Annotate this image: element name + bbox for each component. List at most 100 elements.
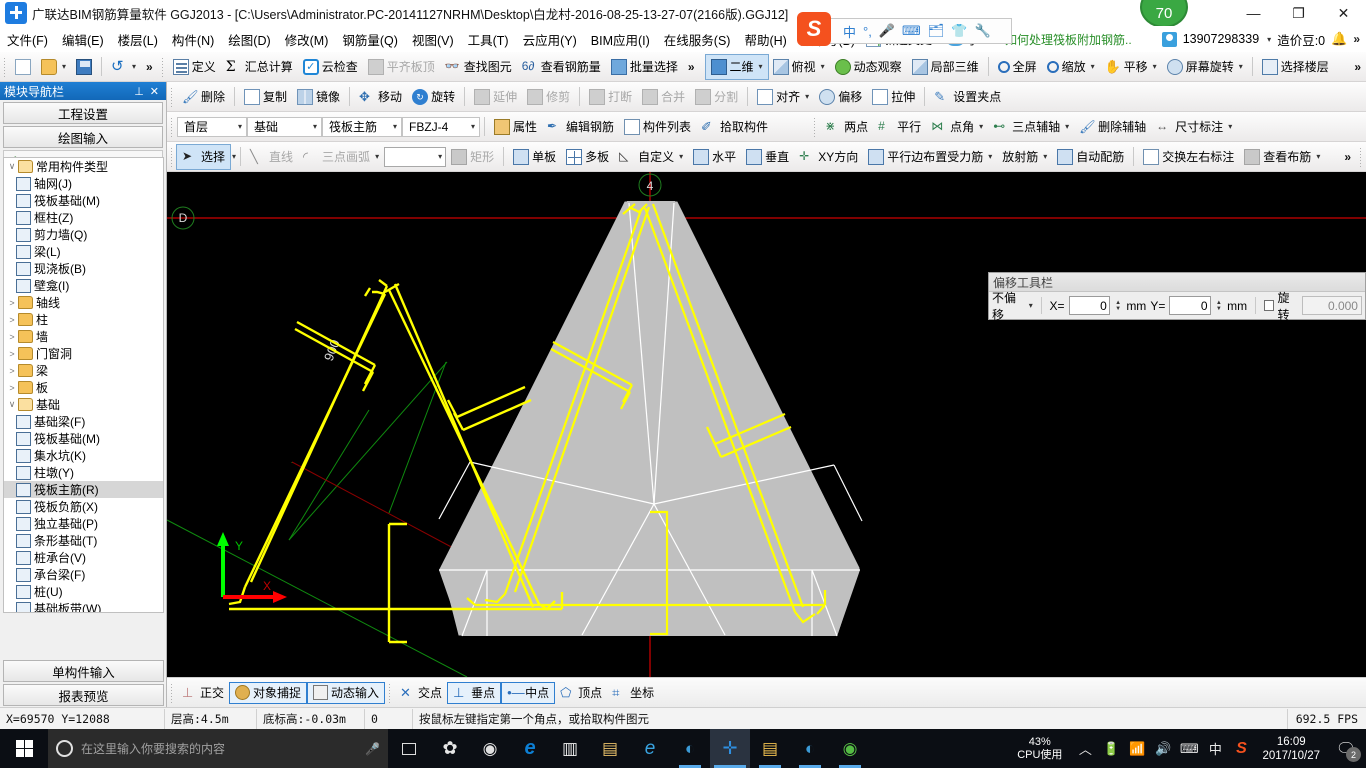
- component-list-button[interactable]: 构件列表: [619, 115, 696, 139]
- toolbar-gripper-5[interactable]: [813, 116, 818, 137]
- tree-node-pile-cap[interactable]: 桩承台(V): [4, 549, 163, 566]
- tree-node-strip-footing[interactable]: 条形基础(T): [4, 532, 163, 549]
- ime-settings-icon[interactable]: 🔧: [974, 23, 990, 39]
- taskbar-app-browser[interactable]: ◐: [670, 729, 710, 768]
- ime-microphone-icon[interactable]: 🎤: [879, 23, 895, 39]
- chevron-down-icon[interactable]: ▾: [1043, 152, 1047, 161]
- tree-node-walls[interactable]: > 墙: [4, 328, 163, 345]
- line-style-select[interactable]: ▾: [384, 146, 447, 167]
- chevron-down-icon[interactable]: ▾: [979, 122, 983, 131]
- mirror-button[interactable]: 镜像: [292, 85, 345, 109]
- menu-view[interactable]: 视图(V): [405, 28, 461, 51]
- project-settings-button[interactable]: 工程设置: [3, 102, 163, 124]
- parallel-axis-button[interactable]: # 平行: [873, 115, 926, 139]
- toolbar-gripper[interactable]: [3, 56, 7, 77]
- chevron-down-icon[interactable]: ▾: [805, 92, 809, 101]
- pick-component-button[interactable]: ✐ 拾取构件: [696, 115, 773, 139]
- snapbar-gripper[interactable]: [170, 682, 174, 703]
- tree-node-axis-grid[interactable]: 轴网(J): [4, 175, 163, 192]
- toolbar4-overflow-icon[interactable]: »: [1339, 150, 1356, 164]
- dimension-button[interactable]: ↔ 尺寸标注 ▾: [1151, 115, 1237, 139]
- ime-language-toggle[interactable]: 中: [843, 22, 856, 41]
- menu-file[interactable]: 文件(F): [0, 28, 55, 51]
- align-button[interactable]: 对齐 ▾: [752, 85, 814, 109]
- chevron-down-icon[interactable]: ▾: [1065, 122, 1069, 131]
- chevron-down-icon[interactable]: ▾: [1316, 152, 1320, 161]
- single-component-input-button[interactable]: 单构件输入: [3, 660, 164, 682]
- stretch-button[interactable]: 拉伸: [867, 85, 920, 109]
- rotate-checkbox[interactable]: [1263, 300, 1274, 311]
- local-3d-button[interactable]: 局部三维: [907, 55, 984, 79]
- minimize-button[interactable]: —: [1231, 0, 1276, 26]
- intersection-snap-toggle[interactable]: ✕ 交点: [395, 682, 447, 704]
- chevron-down-icon[interactable]: ▾: [438, 152, 442, 161]
- tree-node-foundation-beam[interactable]: 基础梁(F): [4, 413, 163, 430]
- report-preview-button[interactable]: 报表预览: [3, 684, 164, 706]
- chevron-down-icon[interactable]: ▾: [679, 152, 683, 161]
- chevron-down-icon[interactable]: ▾: [1153, 62, 1157, 71]
- ime-punctuation-icon[interactable]: °,: [863, 24, 872, 39]
- pan-button[interactable]: ✋ 平移 ▾: [1100, 55, 1162, 79]
- find-element-button[interactable]: 👓 查找图元: [440, 55, 517, 79]
- coordinate-snap-toggle[interactable]: ⌗ 坐标: [607, 682, 659, 704]
- chevron-down-icon[interactable]: ▾: [988, 152, 992, 161]
- restore-button[interactable]: ❐: [1276, 0, 1321, 26]
- menu-bim-apps[interactable]: BIM应用(I): [584, 28, 657, 51]
- zoom-button[interactable]: 缩放 ▾: [1042, 55, 1100, 79]
- twisty-icon[interactable]: >: [6, 315, 18, 325]
- menu-draw[interactable]: 绘图(D): [221, 28, 277, 51]
- tree-node-slabs[interactable]: > 板: [4, 379, 163, 396]
- component-tree[interactable]: ∨ 常用构件类型 轴网(J) 筏板基础(M) 框柱(Z) 剪力墙(Q) 梁(L) …: [3, 157, 164, 613]
- promo-link[interactable]: 如何处理筏板附加钢筋..: [1005, 31, 1132, 48]
- toolbar-tail-overflow-icon[interactable]: »: [1349, 60, 1366, 74]
- view-2d-button[interactable]: 二维 ▾: [704, 53, 769, 80]
- view-rebar-qty-button[interactable]: 6∂ 查看钢筋量: [517, 55, 606, 79]
- rotate-input[interactable]: 0.000: [1301, 296, 1362, 315]
- vertical-button[interactable]: 垂直: [741, 145, 794, 169]
- ime-keyboard-icon[interactable]: ⌨: [902, 23, 921, 39]
- toolbar-gripper-3[interactable]: [170, 86, 174, 107]
- toolbar-gripper-6[interactable]: [170, 146, 174, 167]
- start-button[interactable]: [0, 729, 48, 768]
- taskbar-app-store[interactable]: ▥: [550, 729, 590, 768]
- tree-node-raft-negative-rebar[interactable]: 筏板负筋(X): [4, 498, 163, 515]
- chevron-down-icon[interactable]: ▾: [238, 122, 242, 131]
- menubar-overflow-icon[interactable]: »: [1353, 32, 1360, 46]
- midpoint-snap-toggle[interactable]: •— 中点: [501, 681, 556, 704]
- view-rebar-layout-button[interactable]: 查看布筋 ▾: [1239, 145, 1325, 169]
- radial-rebar-button[interactable]: 放射筋 ▾: [997, 145, 1052, 169]
- chevron-down-icon[interactable]: ▾: [759, 62, 763, 71]
- component-type-select[interactable]: 筏板主筋 ▾: [322, 116, 402, 137]
- taskbar-search[interactable]: 在这里输入你要搜索的内容 🎤: [48, 729, 388, 768]
- twisty-icon[interactable]: ∨: [6, 161, 18, 172]
- twisty-icon[interactable]: >: [6, 349, 18, 359]
- taskbar-app-360[interactable]: ◉: [830, 729, 870, 768]
- sogou-ime-icon[interactable]: S: [797, 12, 831, 46]
- tree-node-cast-slab[interactable]: 现浇板(B): [4, 260, 163, 277]
- cloud-check-button[interactable]: ✓ 云检查: [298, 55, 363, 79]
- chevron-down-icon[interactable]: ▾: [132, 62, 136, 71]
- twisty-icon[interactable]: >: [6, 383, 18, 393]
- offset-y-stepper[interactable]: ▲ ▼: [1215, 296, 1223, 315]
- batch-select-button[interactable]: 批量选择: [606, 55, 683, 79]
- custom-button[interactable]: ◺ 自定义 ▾: [614, 145, 688, 169]
- menu-cloud-apps[interactable]: 云应用(Y): [516, 28, 584, 51]
- properties-button[interactable]: 属性: [489, 115, 542, 139]
- floor-select[interactable]: 首层 ▾: [177, 116, 247, 137]
- account-phone[interactable]: 13907298339: [1183, 32, 1259, 46]
- category-select[interactable]: 基础 ▾: [247, 116, 322, 137]
- new-file-button[interactable]: [10, 55, 36, 79]
- fullscreen-button[interactable]: 全屏: [993, 55, 1042, 79]
- tree-node-isolated-footing[interactable]: 独立基础(P): [4, 515, 163, 532]
- toolbar-gripper-4[interactable]: [170, 116, 174, 137]
- edit-rebar-button[interactable]: ✒ 编辑钢筋: [542, 115, 619, 139]
- auto-rebar-button[interactable]: 自动配筋: [1052, 145, 1129, 169]
- microphone-icon[interactable]: 🎤: [365, 742, 380, 756]
- menu-modify[interactable]: 修改(M): [278, 28, 336, 51]
- taskbar-app-spiral[interactable]: ◉: [470, 729, 510, 768]
- delete-axis-button[interactable]: 🖌 删除辅轴: [1074, 115, 1151, 139]
- tree-node-niche[interactable]: 壁龛(I): [4, 277, 163, 294]
- menu-rebar-qty[interactable]: 钢筋量(Q): [335, 28, 405, 51]
- pin-icon[interactable]: ⊥: [131, 85, 147, 98]
- menu-tools[interactable]: 工具(T): [461, 28, 516, 51]
